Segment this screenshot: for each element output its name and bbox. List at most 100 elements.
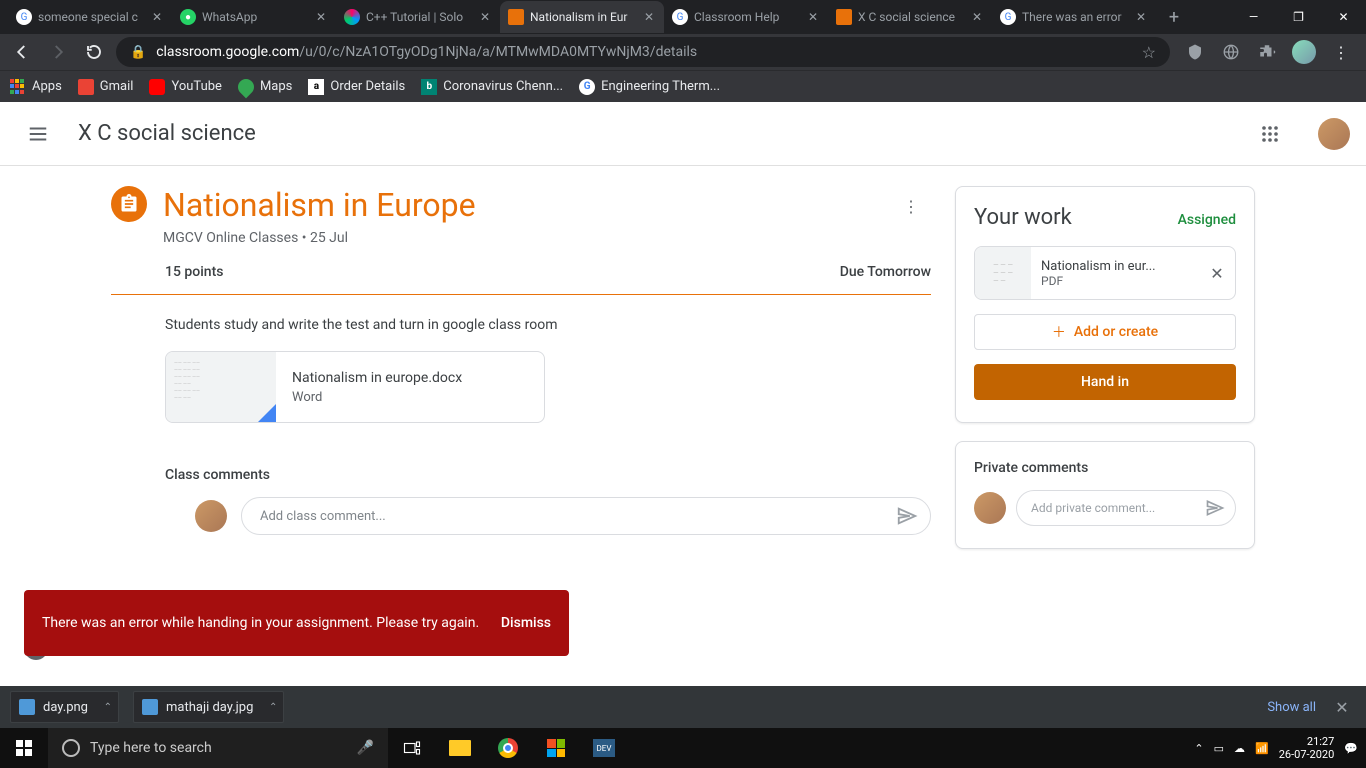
- work-status: Assigned: [1178, 212, 1236, 228]
- tab-3[interactable]: Nationalism in Eur✕: [500, 1, 664, 33]
- maximize-button[interactable]: ❐: [1276, 0, 1321, 34]
- forward-button[interactable]: [44, 38, 72, 66]
- class-comment-input[interactable]: [241, 497, 931, 535]
- tab-4[interactable]: GClassroom Help✕: [664, 1, 828, 33]
- close-shelf-button[interactable]: ✕: [1328, 698, 1356, 717]
- close-window-button[interactable]: ✕: [1321, 0, 1366, 34]
- google-icon: G: [579, 79, 595, 95]
- profile-avatar[interactable]: [1292, 40, 1316, 64]
- new-tab-button[interactable]: +: [1160, 3, 1188, 31]
- material-name: Nationalism in europe.docx: [292, 370, 462, 386]
- add-or-create-button[interactable]: ＋Add or create: [974, 314, 1236, 350]
- corona-bookmark[interactable]: bCoronavirus Chenn...: [421, 79, 563, 95]
- close-icon[interactable]: ✕: [970, 10, 984, 24]
- task-view-button[interactable]: [388, 728, 436, 768]
- youtube-bookmark[interactable]: YouTube: [149, 79, 222, 95]
- points-label: 15 points: [165, 264, 223, 280]
- start-button[interactable]: [0, 728, 48, 768]
- menu-button[interactable]: [16, 112, 60, 156]
- wifi-icon[interactable]: 📶: [1255, 742, 1269, 755]
- youtube-icon: [149, 79, 165, 95]
- cortana-icon: [62, 739, 80, 757]
- order-bookmark[interactable]: aOrder Details: [308, 79, 405, 95]
- reload-button[interactable]: [80, 38, 108, 66]
- show-all-downloads[interactable]: Show all: [1267, 700, 1316, 715]
- private-comments-card: Private comments: [955, 441, 1255, 549]
- chevron-up-icon[interactable]: ⌃: [269, 702, 277, 713]
- browser-chrome: Gsomeone special c✕ ●WhatsApp✕ C++ Tutor…: [0, 0, 1366, 102]
- your-work-card: Your work Assigned — — —— — —— — Nationa…: [955, 186, 1255, 423]
- amazon-icon: a: [308, 79, 324, 95]
- favicon: [508, 9, 524, 25]
- clock[interactable]: 21:2726-07-2020: [1279, 735, 1335, 761]
- attachment-name: Nationalism in eur...: [1041, 259, 1189, 274]
- tab-1[interactable]: ●WhatsApp✕: [172, 1, 336, 33]
- assignment-meta: MGCV Online Classes • 25 Jul: [163, 230, 875, 246]
- material-thumbnail: —— —— ———— —— ———— —— ———— ———— —— ———— …: [166, 352, 276, 422]
- store-icon[interactable]: [532, 728, 580, 768]
- your-work-heading: Your work: [974, 205, 1072, 230]
- plus-icon: ＋: [1052, 322, 1066, 342]
- close-icon[interactable]: ✕: [642, 10, 656, 24]
- maps-bookmark[interactable]: Maps: [238, 79, 292, 95]
- notifications-icon[interactable]: 💬: [1344, 742, 1358, 755]
- eng-bookmark[interactable]: GEngineering Therm...: [579, 79, 720, 95]
- remove-attachment-button[interactable]: ✕: [1199, 264, 1235, 283]
- chevron-up-icon[interactable]: ⌃: [1194, 742, 1203, 755]
- mic-icon[interactable]: 🎤: [357, 740, 374, 756]
- google-apps-button[interactable]: [1250, 114, 1290, 154]
- due-label: Due Tomorrow: [840, 264, 931, 280]
- cloud-icon[interactable]: ☁: [1234, 742, 1245, 755]
- minimize-button[interactable]: ―: [1231, 0, 1276, 34]
- system-tray[interactable]: ⌃ ▭ ☁ 📶 21:2726-07-2020 💬: [1194, 735, 1366, 761]
- toast-message: There was an error while handing in your…: [42, 615, 501, 631]
- dismiss-button[interactable]: Dismiss: [501, 615, 551, 631]
- back-button[interactable]: [8, 38, 36, 66]
- send-icon[interactable]: [1205, 498, 1225, 518]
- close-icon[interactable]: ✕: [806, 10, 820, 24]
- tab-0[interactable]: Gsomeone special c✕: [8, 1, 172, 33]
- close-icon[interactable]: ✕: [478, 10, 492, 24]
- account-avatar[interactable]: [1318, 118, 1350, 150]
- chrome-icon[interactable]: [484, 728, 532, 768]
- avatar: [195, 500, 227, 532]
- battery-icon[interactable]: ▭: [1214, 742, 1224, 755]
- hand-in-button[interactable]: Hand in: [974, 364, 1236, 400]
- shield-icon[interactable]: [1184, 41, 1206, 63]
- download-item-0[interactable]: day.png⌃: [10, 691, 119, 723]
- assignment-header: Nationalism in Europe MGCV Online Classe…: [111, 186, 931, 246]
- tab-5[interactable]: X C social science✕: [828, 1, 992, 33]
- gmail-bookmark[interactable]: Gmail: [78, 79, 134, 95]
- apps-bookmark[interactable]: Apps: [10, 79, 62, 95]
- more-options-button[interactable]: ⋮: [891, 186, 931, 226]
- close-icon[interactable]: ✕: [1134, 10, 1148, 24]
- chevron-up-icon[interactable]: ⌃: [104, 702, 112, 713]
- assignment-icon: [111, 186, 147, 222]
- explorer-icon[interactable]: [436, 728, 484, 768]
- send-icon[interactable]: [896, 505, 918, 527]
- private-comment-input[interactable]: [1016, 490, 1236, 526]
- close-icon[interactable]: ✕: [150, 10, 164, 24]
- work-attachment[interactable]: — — —— — —— — Nationalism in eur... PDF …: [974, 246, 1236, 300]
- private-comment-field[interactable]: [1031, 501, 1205, 515]
- comment-field[interactable]: [260, 509, 896, 524]
- download-shelf: day.png⌃ mathaji day.jpg⌃ Show all ✕: [0, 686, 1366, 728]
- close-icon[interactable]: ✕: [314, 10, 328, 24]
- material-attachment[interactable]: —— —— ———— —— ———— —— ———— ———— —— ———— …: [165, 351, 545, 423]
- star-icon[interactable]: ☆: [1142, 43, 1156, 62]
- class-name[interactable]: X C social science: [78, 121, 256, 146]
- download-item-1[interactable]: mathaji day.jpg⌃: [133, 691, 284, 723]
- globe-icon[interactable]: [1220, 41, 1242, 63]
- class-comments-heading: Class comments: [165, 467, 931, 483]
- tab-6[interactable]: GThere was an error✕: [992, 1, 1156, 33]
- address-bar[interactable]: 🔒 classroom.google.com/u/0/c/NzA1OTgyODg…: [116, 37, 1170, 67]
- assignment-column: Nationalism in Europe MGCV Online Classe…: [111, 186, 931, 549]
- dev-icon[interactable]: DEV: [580, 728, 628, 768]
- tab-2[interactable]: C++ Tutorial | Solo✕: [336, 1, 500, 33]
- extensions-icon[interactable]: [1256, 41, 1278, 63]
- file-icon: [142, 699, 158, 715]
- classroom-body: Nationalism in Europe MGCV Online Classe…: [0, 166, 1366, 549]
- menu-icon[interactable]: ⋮: [1330, 41, 1352, 63]
- classroom-header: X C social science: [0, 102, 1366, 166]
- taskbar-search[interactable]: Type here to search🎤: [48, 728, 388, 768]
